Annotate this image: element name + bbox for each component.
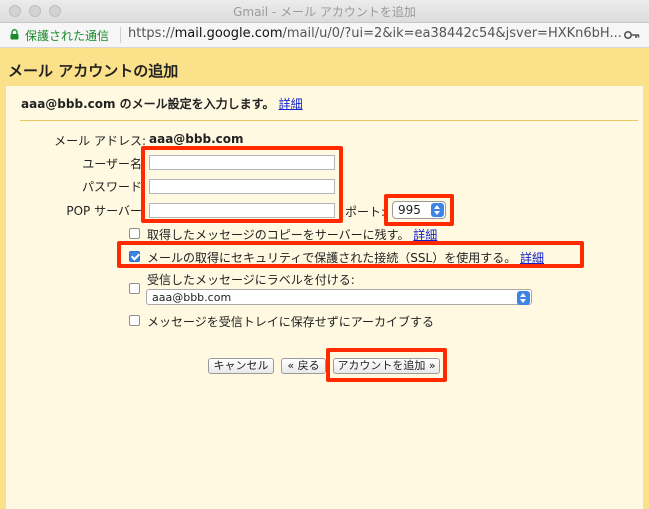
label-incoming-label: 受信したメッセージにラベルを付ける:	[147, 273, 355, 287]
window-title: Gmail - メール アカウントを追加	[233, 5, 416, 19]
url-host: mail.google.com	[174, 26, 283, 41]
url-divider	[120, 27, 121, 43]
username-label: ユーザー名:	[82, 157, 146, 171]
ssl-highlight	[117, 241, 584, 268]
label-select-value: aaa@bbb.com	[152, 291, 232, 304]
credentials-highlight	[141, 146, 343, 223]
cancel-button[interactable]: キャンセル	[208, 358, 274, 374]
leave-copy-label: 取得したメッセージのコピーをサーバーに残す。	[147, 228, 410, 242]
window-titlebar: Gmail - メール アカウントを追加	[0, 0, 649, 23]
intro-label: aaa@bbb.com のメール設定を入力します。	[21, 97, 275, 111]
archive-label: メッセージを受信トレイに保存せずにアーカイブする	[147, 315, 435, 329]
label-select[interactable]: aaa@bbb.com	[146, 289, 532, 305]
pop-server-label: POP サーバー:	[66, 204, 146, 218]
lock-icon	[10, 29, 19, 40]
leave-copy-checkbox[interactable]	[129, 228, 140, 239]
email-value: aaa@bbb.com	[149, 132, 244, 146]
port-label: ポート:	[345, 205, 386, 219]
port-highlight	[384, 194, 454, 226]
back-button[interactable]: « 戻る	[281, 358, 326, 374]
intro-text: aaa@bbb.com のメール設定を入力します。 詳細	[21, 95, 303, 112]
page-title: メール アカウントの追加	[8, 62, 179, 80]
divider	[20, 120, 638, 121]
email-label: メール アドレス:	[54, 134, 146, 148]
address-bar[interactable]: 保護された通信 https://mail.google.com/mail/u/0…	[0, 23, 649, 48]
add-account-highlight	[326, 348, 447, 382]
url-scheme: https://	[128, 26, 175, 41]
url-text[interactable]: https://mail.google.com/mail/u/0/?ui=2&i…	[128, 26, 622, 41]
leave-copy-details-link[interactable]: 詳細	[413, 228, 437, 242]
details-link[interactable]: 詳細	[279, 97, 303, 111]
secure-connection-label[interactable]: 保護された通信	[25, 27, 109, 44]
password-label: パスワード:	[81, 180, 146, 194]
add-account-panel: メール アカウントの追加 aaa@bbb.com のメール設定を入力します。 詳…	[0, 48, 649, 509]
archive-checkbox[interactable]	[129, 315, 140, 326]
key-icon[interactable]	[624, 29, 640, 41]
url-path: /mail/u/0/?ui=2&ik=ea38442c54&jsver=HXKn…	[282, 26, 622, 41]
label-checkbox[interactable]	[129, 283, 140, 294]
select-arrows-icon	[517, 291, 530, 305]
